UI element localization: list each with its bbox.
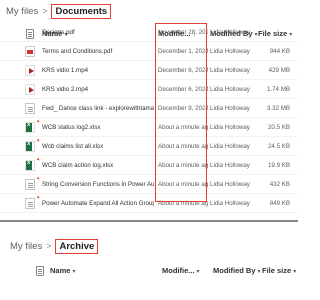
new-item-indicator-icon: ✦ (36, 138, 41, 144)
table-row[interactable]: KRS vidio 1.mp4 December 6, 2024 Lidia H… (0, 61, 298, 80)
file-modified-by: Lidia Holloway (210, 86, 250, 93)
table-row[interactable]: ✦ WCB status log2.xlsx About a minute ag… (0, 118, 298, 137)
documents-panel: My files > Documents Name ▾ Modifie... ↓ M… (0, 0, 298, 286)
file-name[interactable]: Power Automate Expand All Action Group..… (42, 194, 154, 213)
table-row[interactable]: Fwd_ Dance class link - explorewithtaman… (0, 99, 298, 118)
file-modified: December 6, 2024 (158, 86, 208, 93)
table-row[interactable]: ✦ Wcb claims list all.xlsx About a minut… (0, 137, 298, 156)
file-size: 20.5 KB (267, 124, 290, 131)
file-modified-by: Lidia Holloway (210, 67, 250, 74)
file-size: 19.9 KB (267, 162, 290, 169)
file-name[interactable]: Designs.pdf (42, 23, 152, 42)
column-header-file-size-label: File size (262, 266, 292, 275)
table-row[interactable]: Terms and Conditions.pdf December 1, 202… (0, 42, 298, 61)
new-item-indicator-icon: ✦ (36, 119, 41, 125)
excel-icon (25, 122, 35, 133)
column-header-modified-by-label: Modified By (213, 266, 256, 275)
file-name[interactable]: Fwd_ Dance class link - explorewithtaman… (42, 99, 154, 118)
file-modified: About a minute ago (158, 162, 208, 169)
table-row[interactable]: KRS vidio 2.mp4 December 6, 2024 Lidia H… (0, 80, 298, 99)
document-icon (25, 103, 35, 114)
file-modified-by: Lidia Holloway (210, 162, 250, 169)
document-icon (25, 198, 35, 209)
breadcrumb-separator: > (42, 6, 48, 16)
breadcrumb-my-files[interactable]: My files (10, 241, 42, 252)
table-row[interactable]: ✦ String Conversion Functions in Power A… (0, 175, 298, 194)
file-modified-by: Lidia Holloway (210, 48, 250, 55)
file-modified: December 9, 2024 (158, 105, 208, 112)
chevron-down-icon: ▾ (257, 269, 261, 275)
document-icon (25, 179, 35, 190)
column-header-modified-label: Modifie... (162, 266, 195, 275)
table-row[interactable]: Designs.pdf November 28, 2024 Lidia Holl… (0, 29, 298, 42)
file-size: 944 KB (269, 48, 290, 55)
file-size: 3.32 MB (266, 105, 290, 112)
file-size: 849 KB (269, 200, 290, 207)
pane-divider (0, 220, 298, 222)
file-size: 1.74 MB (266, 86, 290, 93)
breadcrumb-archive[interactable]: Archive (55, 238, 99, 254)
file-type-icon (36, 266, 44, 277)
name-header-icon (36, 262, 44, 280)
column-header-name[interactable]: Name ▾ (50, 262, 75, 280)
file-modified-by: Lidia Holloway (210, 29, 250, 36)
chevron-down-icon: ▾ (293, 269, 297, 275)
new-item-indicator-icon: ✦ (36, 157, 41, 163)
pdf-icon (25, 46, 35, 57)
video-icon (25, 84, 35, 95)
breadcrumb: My files > Documents (6, 3, 112, 19)
column-header-name-label: Name (50, 266, 71, 275)
file-modified-by: Lidia Holloway (210, 105, 250, 112)
chevron-down-icon: ▾ (72, 269, 76, 275)
excel-icon (25, 141, 35, 152)
file-modified-by: Lidia Holloway (210, 143, 250, 150)
file-modified-by: Lidia Holloway (210, 124, 250, 131)
breadcrumb-separator: > (46, 241, 52, 251)
file-modified: About a minute ago (158, 143, 208, 150)
file-name[interactable]: WCB claim action log.xlsx (42, 156, 154, 175)
column-header-row: Name ▾ Modifie... ▾ Modified By ▾ File size… (0, 262, 298, 280)
file-modified: December 6, 2024 (158, 67, 208, 74)
column-header-modified[interactable]: Modifie... ▾ (162, 262, 200, 280)
file-modified-by: Lidia Holloway (210, 200, 250, 207)
new-item-indicator-icon: ✦ (36, 176, 41, 182)
file-modified: About a minute ago (158, 181, 208, 188)
file-name[interactable]: Terms and Conditions.pdf (42, 42, 154, 61)
excel-icon (25, 160, 35, 171)
breadcrumb-documents[interactable]: Documents (51, 3, 112, 19)
file-name[interactable]: String Conversion Functions in Power Aut… (42, 175, 154, 194)
file-size: 432 KB (269, 181, 290, 188)
table-row[interactable]: ✦ WCB claim action log.xlsx About a minu… (0, 156, 298, 175)
file-size: 24.5 KB (267, 143, 290, 150)
new-item-indicator-icon: ✦ (36, 195, 41, 201)
breadcrumb-my-files[interactable]: My files (6, 6, 38, 17)
file-modified: About a minute ago (158, 200, 208, 207)
file-modified-by: Lidia Holloway (210, 181, 250, 188)
file-name[interactable]: WCB status log2.xlsx (42, 118, 154, 137)
breadcrumb: My files > Archive (10, 238, 99, 254)
column-header-modified-by[interactable]: Modified By ▾ (213, 262, 261, 280)
column-header-file-size[interactable]: File size ▾ (262, 262, 296, 280)
file-name[interactable]: KRS vidio 2.mp4 (42, 80, 154, 99)
file-name[interactable]: KRS vidio 1.mp4 (42, 61, 154, 80)
file-modified: About a minute ago (158, 124, 208, 131)
table-row[interactable]: ✦ Power Automate Expand All Action Group… (0, 194, 298, 213)
file-size: 429 MB (268, 67, 290, 74)
file-name[interactable]: Wcb claims list all.xlsx (42, 137, 154, 156)
chevron-down-icon: ▾ (196, 269, 200, 275)
video-icon (25, 65, 35, 76)
file-modified: November 28, 2024 (158, 29, 208, 36)
file-modified: December 1, 2024 (158, 48, 208, 55)
